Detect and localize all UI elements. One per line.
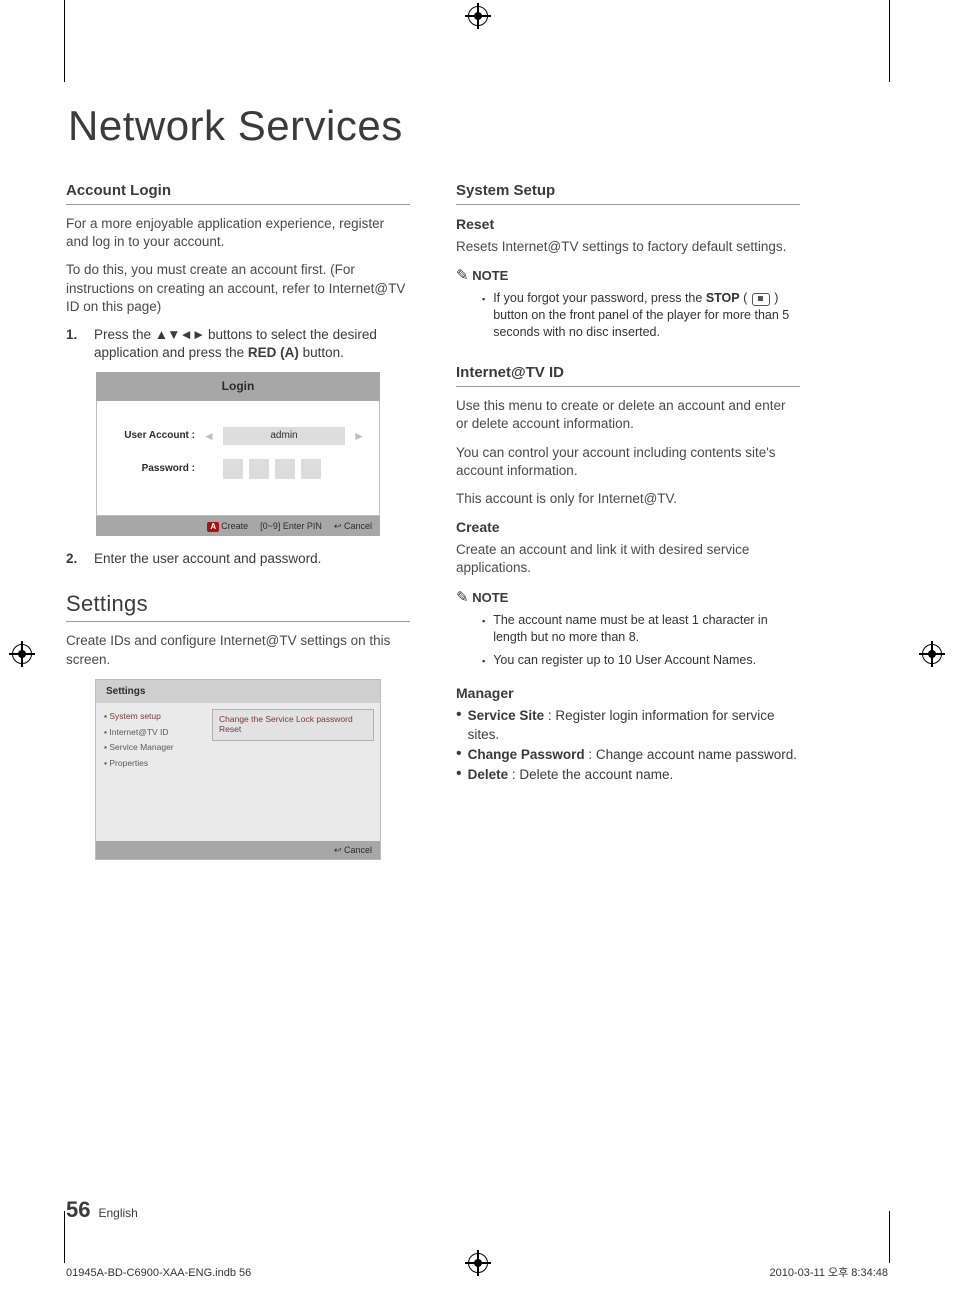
pencil-icon: ✎: [456, 267, 469, 284]
settings-item-service-manager[interactable]: Service Manager: [104, 740, 198, 755]
heading-manager: Manager: [456, 684, 800, 703]
step-1-text: Press the ▲▼◄► buttons to select the des…: [94, 326, 410, 362]
user-account-field[interactable]: admin: [223, 427, 345, 445]
itv-p1: Use this menu to create or delete an acc…: [456, 397, 800, 433]
page-title: Network Services: [68, 98, 888, 155]
note-item: You can register up to 10 User Account N…: [456, 652, 800, 675]
settings-item-internet-tv-id[interactable]: Internet@TV ID: [104, 725, 198, 740]
login-dialog: Login User Account : ◄ admin ► Password …: [96, 372, 380, 536]
account-p2: To do this, you must create an account f…: [66, 261, 410, 316]
heading-settings: Settings: [66, 589, 410, 619]
settings-dialog: Settings System setup Internet@TV ID Ser…: [95, 679, 381, 861]
print-timestamp: 2010-03-11 오후 8:34:48: [769, 1266, 888, 1281]
reset-text: Resets Internet@TV settings to factory d…: [456, 238, 800, 256]
heading-create: Create: [456, 518, 800, 537]
foot-cancel[interactable]: ↪ Cancel: [334, 520, 372, 533]
crop-mark-icon: [12, 644, 32, 664]
step-2-text: Enter the user account and password.: [94, 550, 410, 568]
settings-item-properties[interactable]: Properties: [104, 756, 198, 771]
manager-item: Service Site : Register login informatio…: [456, 707, 800, 743]
note-item: The account name must be at least 1 char…: [456, 612, 800, 652]
chevron-left-icon[interactable]: ◄: [203, 428, 215, 444]
itv-p2: You can control your account including c…: [456, 444, 800, 480]
step-number: 2.: [66, 550, 84, 568]
account-p1: For a more enjoyable application experie…: [66, 215, 410, 251]
crop-mark-icon: [468, 6, 488, 26]
note-item: If you forgot your password, press the S…: [456, 290, 800, 347]
settings-intro: Create IDs and configure Internet@TV set…: [66, 632, 410, 668]
chevron-right-icon[interactable]: ►: [353, 428, 365, 444]
pencil-icon: ✎: [456, 589, 469, 606]
crop-mark-icon: [922, 644, 942, 664]
login-title: Login: [96, 372, 380, 400]
create-text: Create an account and link it with desir…: [456, 541, 800, 577]
step-number: 1.: [66, 326, 84, 362]
page-number: 56: [66, 1195, 90, 1225]
print-filename: 01945A-BD-C6900-XAA-ENG.indb 56: [66, 1266, 251, 1281]
settings-title: Settings: [96, 680, 380, 704]
settings-foot-cancel[interactable]: ↪ Cancel: [334, 845, 372, 855]
note-heading: ✎ NOTE: [456, 588, 800, 608]
settings-panel[interactable]: Change the Service Lock password Reset: [212, 709, 374, 741]
heading-system-setup: System Setup: [456, 181, 800, 201]
heading-internet-tv-id: Internet@TV ID: [456, 363, 800, 383]
manager-item: Change Password : Change account name pa…: [456, 746, 800, 764]
settings-item-system-setup[interactable]: System setup: [104, 709, 198, 724]
note-heading: ✎ NOTE: [456, 266, 800, 286]
manager-item: Delete : Delete the account name.: [456, 766, 800, 784]
foot-enter-pin: [0~9] Enter PIN: [260, 520, 322, 533]
user-account-label: User Account :: [111, 429, 195, 443]
password-label: Password :: [111, 462, 195, 476]
page-language: English: [98, 1205, 137, 1221]
heading-reset: Reset: [456, 215, 800, 234]
itv-p3: This account is only for Internet@TV.: [456, 490, 800, 508]
stop-button-icon: [752, 293, 770, 306]
foot-create[interactable]: ACreate: [207, 520, 248, 533]
heading-account-login: Account Login: [66, 181, 410, 201]
password-field[interactable]: [223, 459, 321, 479]
